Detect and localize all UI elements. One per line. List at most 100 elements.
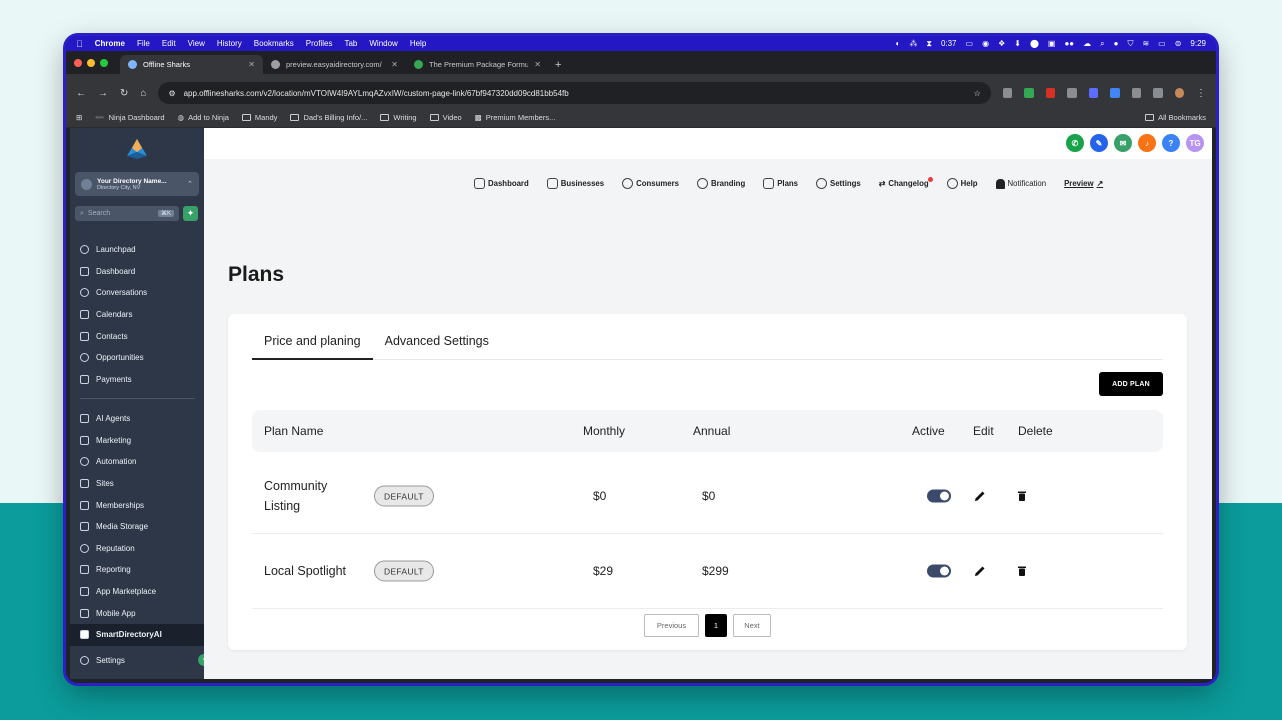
site-info-icon[interactable]: ⚙	[168, 89, 175, 98]
sidebar-item-sites[interactable]: Sites	[75, 473, 199, 495]
wifi-icon[interactable]: ≋	[1142, 39, 1149, 48]
page-number-button[interactable]: 1	[705, 614, 727, 637]
menubar-profiles[interactable]: Profiles	[306, 39, 333, 48]
ai-sparkle-button[interactable]: ✦	[183, 206, 198, 221]
megaphone-icon[interactable]: ✎	[1090, 134, 1108, 152]
chat-icon[interactable]: ✉	[1114, 134, 1132, 152]
extension-icon[interactable]	[1088, 88, 1099, 98]
chrome-menu-icon[interactable]: ⋮	[1196, 88, 1206, 99]
apple-icon[interactable]: 	[76, 39, 83, 49]
sidebar-item-contacts[interactable]: Contacts	[75, 325, 199, 347]
sidebar-item-opportunities[interactable]: Opportunities	[75, 347, 199, 369]
apps-grid-icon[interactable]: ⊞	[76, 113, 82, 122]
menu-consumers[interactable]: Consumers	[622, 178, 679, 189]
sidebar-item-memberships[interactable]: Memberships	[75, 494, 199, 516]
account-switcher[interactable]: Your Directory Name... Directory City, N…	[75, 172, 199, 196]
extension-icon[interactable]	[1110, 88, 1120, 98]
bookmark-item[interactable]: ▩ Premium Members...	[475, 113, 556, 122]
sidebar-search-input[interactable]: ⌕ Search ⌘K	[75, 206, 179, 221]
reload-icon[interactable]: ↻	[120, 88, 128, 99]
menubar-history[interactable]: History	[217, 39, 242, 48]
browser-tab[interactable]: The Premium Package Formu... ✕	[406, 55, 549, 74]
menu-businesses[interactable]: Businesses	[546, 178, 604, 189]
bookmark-item[interactable]: ➖ Ninja Dashboard	[95, 113, 164, 122]
menu-branding[interactable]: Branding	[696, 178, 745, 189]
close-tab-icon[interactable]: ✕	[248, 60, 255, 69]
menubar-app-name[interactable]: Chrome	[95, 39, 125, 48]
bookmark-item[interactable]: ◍ Add to Ninja	[178, 113, 229, 122]
menu-preview[interactable]: Preview ↗	[1064, 179, 1103, 188]
sidebar-item-reporting[interactable]: Reporting	[75, 559, 199, 581]
forward-icon[interactable]: →	[98, 88, 108, 99]
bookmark-item[interactable]: Mandy	[241, 113, 277, 122]
menu-help[interactable]: Help	[946, 178, 978, 189]
extension-icon[interactable]	[1002, 88, 1013, 98]
menu-changelog[interactable]: ⇄ Changelog	[879, 177, 933, 188]
sidebar-item-ai-agents[interactable]: AI Agents	[75, 408, 199, 430]
user-avatar[interactable]: TG	[1186, 134, 1204, 152]
next-page-button[interactable]: Next	[733, 614, 771, 637]
sidebar-item-settings[interactable]: Settings	[75, 650, 125, 672]
tab-price-and-planing[interactable]: Price and planing	[252, 330, 373, 360]
sidebar-item-reputation[interactable]: Reputation	[75, 538, 199, 560]
extension-icon[interactable]	[1024, 88, 1034, 98]
status-icon[interactable]: ●	[1114, 39, 1119, 48]
address-bar[interactable]: ⚙ app.offlinesharks.com/v2/location/mVTO…	[158, 82, 991, 104]
active-toggle[interactable]	[927, 564, 951, 578]
help-icon[interactable]: ?	[1162, 134, 1180, 152]
bell-icon[interactable]: ♪	[1138, 134, 1156, 152]
status-icon[interactable]: ☁	[1083, 39, 1091, 48]
menubar-tab[interactable]: Tab	[344, 39, 357, 48]
trash-icon[interactable]	[1017, 491, 1027, 502]
clock[interactable]: 9:29	[1190, 39, 1206, 48]
close-window-button[interactable]	[74, 58, 82, 67]
side-panel-icon[interactable]	[1153, 88, 1163, 98]
bookmark-item[interactable]: Video	[429, 113, 462, 122]
pencil-icon[interactable]	[973, 564, 987, 578]
sidebar-item-app-marketplace[interactable]: App Marketplace	[75, 581, 199, 603]
sidebar-item-marketing[interactable]: Marketing	[75, 430, 199, 452]
zoom-window-button[interactable]	[100, 58, 108, 67]
trash-icon[interactable]	[1017, 566, 1027, 577]
pencil-icon[interactable]	[973, 489, 987, 503]
status-icon[interactable]: ●●	[1064, 39, 1074, 48]
menu-notification[interactable]: Notification	[995, 178, 1046, 189]
status-icon[interactable]: ◉	[982, 39, 989, 48]
bookmark-item[interactable]: Dad's Billing Info/...	[290, 113, 367, 122]
add-plan-button[interactable]: ADD PLAN	[1099, 372, 1163, 396]
bookmark-item[interactable]: Writing	[380, 113, 417, 122]
menubar-edit[interactable]: Edit	[162, 39, 176, 48]
battery-icon[interactable]: ▭	[1158, 39, 1166, 48]
timer-icon[interactable]: ⧗	[926, 39, 932, 49]
extensions-puzzle-icon[interactable]	[1131, 88, 1142, 98]
menubar-file[interactable]: File	[137, 39, 150, 48]
status-icon[interactable]: ⬇	[1014, 39, 1021, 48]
sidebar-item-conversations[interactable]: Conversations	[75, 282, 199, 304]
sidebar-item-mobile-app[interactable]: Mobile App	[75, 602, 199, 624]
menubar-window[interactable]: Window	[369, 39, 397, 48]
screen-share-icon[interactable]: ▣	[1048, 39, 1056, 48]
menu-settings[interactable]: Settings	[816, 178, 861, 189]
tab-advanced-settings[interactable]: Advanced Settings	[373, 330, 501, 360]
sidebar-item-launchpad[interactable]: Launchpad	[75, 239, 199, 261]
back-icon[interactable]: ←	[76, 88, 86, 99]
sidebar-item-dashboard[interactable]: Dashboard	[75, 261, 199, 283]
sidebar-item-payments[interactable]: Payments	[75, 369, 199, 391]
menu-dashboard[interactable]: Dashboard	[474, 178, 529, 189]
browser-tab[interactable]: preview.easyaidirectory.com/ ✕	[263, 55, 406, 74]
close-tab-icon[interactable]: ✕	[534, 60, 541, 69]
dropbox-icon[interactable]: ❖	[998, 39, 1005, 48]
url-text[interactable]: app.offlinesharks.com/v2/location/mVTOIW…	[184, 89, 966, 98]
status-icon[interactable]: ⬤	[1030, 39, 1039, 48]
timer-readout[interactable]: 0:37	[941, 39, 957, 48]
calendar-extension-icon[interactable]	[1045, 88, 1056, 98]
home-icon[interactable]: ⌂	[140, 88, 146, 99]
menubar-help[interactable]: Help	[410, 39, 426, 48]
previous-page-button[interactable]: Previous	[644, 614, 699, 637]
search-icon[interactable]: ⌕	[1100, 39, 1104, 49]
menubar-bookmarks[interactable]: Bookmarks	[254, 39, 294, 48]
status-icon[interactable]: ▭	[966, 39, 974, 48]
menubar-view[interactable]: View	[188, 39, 205, 48]
close-tab-icon[interactable]: ✕	[391, 60, 398, 69]
sidebar-item-smartdirectoryai[interactable]: SmartDirectoryAI	[70, 623, 204, 646]
